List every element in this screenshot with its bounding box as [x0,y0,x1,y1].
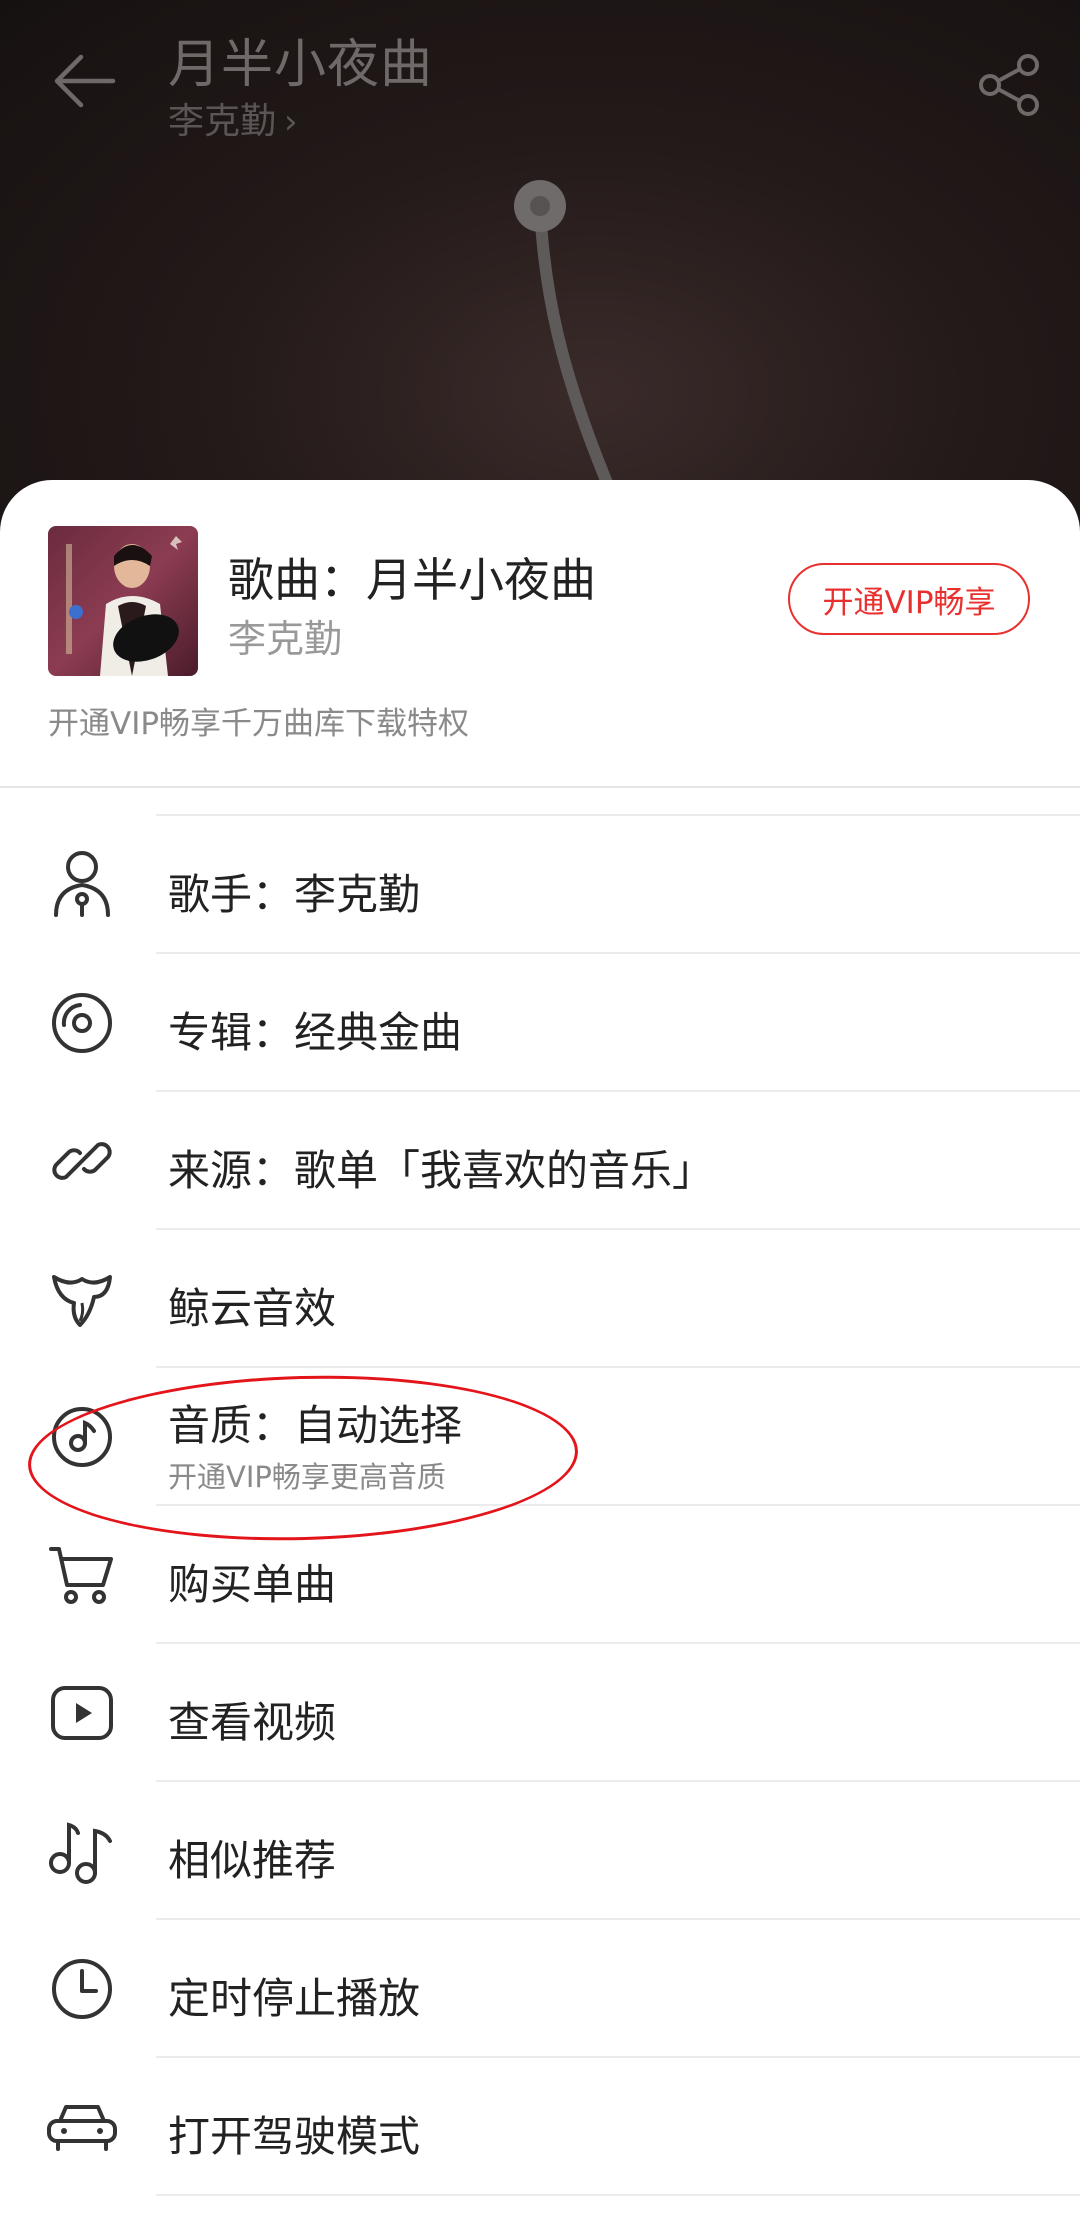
sheet-artist-name: 李克勤 [228,617,343,661]
back-arrow-icon [54,54,116,108]
menu-item-artist[interactable]: 歌手：李克勤 [0,816,1080,954]
menu-label: 鲸云音效 [168,1284,337,1333]
share-icon [979,54,1039,116]
link-icon [46,1125,118,1197]
menu-item-album[interactable]: 专辑：经典金曲 [0,954,1080,1092]
menu-label: 相似推荐 [168,1836,337,1885]
menu-sublabel: 开通VIP畅享更高音质 [168,1460,446,1494]
menu-label: 来源：歌单「我喜欢的音乐」 [168,1146,715,1195]
player-artist-link[interactable]: 李克勤 › [168,92,298,144]
menu-label: 查看视频 [168,1698,337,1747]
menu-item-similar[interactable]: 相似推荐 [0,1782,1080,1920]
turntable-tonearm [514,180,616,496]
menu-item-source[interactable]: 来源：歌单「我喜欢的音乐」 [0,1092,1080,1230]
vip-promo-text: 开通VIP畅享千万曲库下载特权 [48,706,470,742]
menu-item-sleep-timer[interactable]: 定时停止播放 [0,1920,1080,2058]
chevron-right-icon: › [284,102,298,142]
menu-label: 歌手：李克勤 [168,870,421,919]
back-button[interactable] [40,36,130,126]
menu-divider [156,2194,1080,2196]
menu-label: 定时停止播放 [168,1974,421,2023]
car-icon [46,2091,118,2163]
player-background: 月半小夜曲 李克勤 › [0,0,1080,560]
clock-icon [46,1953,118,2025]
disc-icon [46,987,118,1059]
song-options-list: 歌手：李克勤 专辑：经典金曲 来源：歌单「我喜欢的音乐」 鲸云音效 音质：自动选… [0,786,1080,2232]
menu-item-driving-mode[interactable]: 打开驾驶模式 [0,2058,1080,2196]
open-vip-button[interactable]: 开通VIP畅享 [788,563,1030,635]
player-top-bar: 月半小夜曲 李克勤 › [0,0,1080,150]
play-video-icon [46,1677,118,1749]
menu-item-video[interactable]: 查看视频 [0,1644,1080,1782]
sheet-header: 歌曲：月半小夜曲 李克勤 开通VIP畅享 开通VIP畅享千万曲库下载特权 [0,480,1080,786]
menu-label: 打开驾驶模式 [168,2112,421,2161]
menu-item-audio-quality[interactable]: 音质：自动选择 开通VIP畅享更高音质 [0,1368,1080,1506]
menu-label: 购买单曲 [168,1560,337,1609]
menu-label: 音质：自动选择 [168,1401,463,1450]
player-artist-name: 李克勤 [168,101,277,142]
whale-cloud-icon [46,1263,118,1335]
music-disc-icon [46,1401,118,1473]
person-icon [46,849,118,921]
music-notes-icon [46,1815,118,1887]
player-song-title: 月半小夜曲 [168,35,434,95]
cart-icon [46,1539,118,1611]
sheet-song-title: 歌曲：月半小夜曲 [228,553,596,607]
menu-item-sound-effects[interactable]: 鲸云音效 [0,1230,1080,1368]
share-button[interactable] [965,40,1055,130]
menu-item-buy[interactable]: 购买单曲 [0,1506,1080,1644]
menu-item-partial[interactable] [0,786,1080,816]
song-options-sheet: 歌曲：月半小夜曲 李克勤 开通VIP畅享 开通VIP畅享千万曲库下载特权 歌手： [0,480,1080,2232]
album-cover[interactable] [48,526,198,676]
menu-label: 专辑：经典金曲 [168,1008,463,1057]
